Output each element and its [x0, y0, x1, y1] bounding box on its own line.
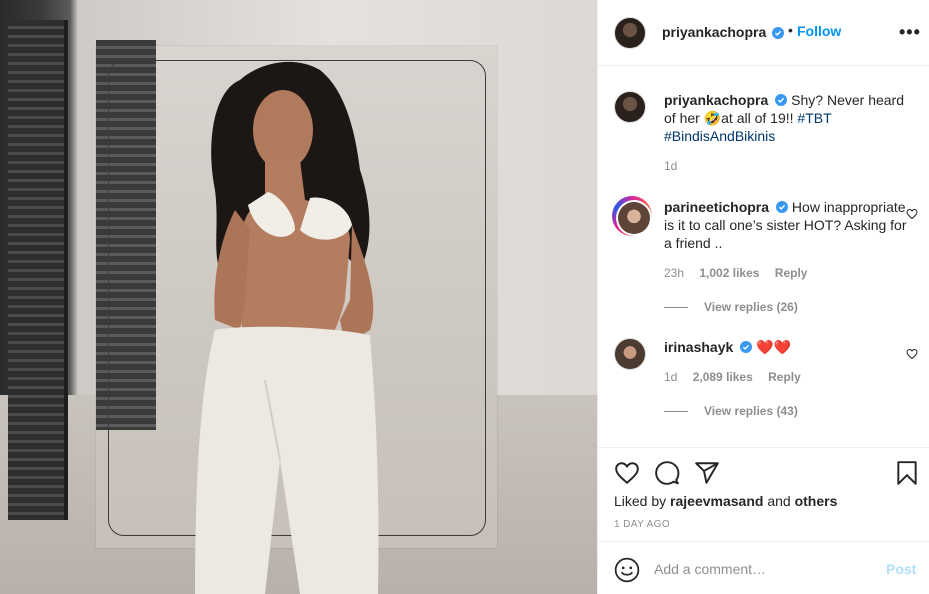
verified-badge-icon: [773, 199, 789, 215]
comment-age[interactable]: 23h: [664, 266, 684, 280]
comment-likes[interactable]: 1,002 likes: [699, 266, 759, 280]
header-separator: •: [788, 22, 793, 38]
verified-badge-icon: [772, 92, 788, 108]
header-username[interactable]: priyankachopra: [662, 24, 766, 40]
comment-input[interactable]: [654, 558, 874, 580]
post-image[interactable]: [0, 0, 597, 594]
post-details-panel: priyankachopra • Follow ••• priyankachop…: [597, 0, 929, 594]
liked-by-middle: and: [763, 493, 795, 509]
caption-meta: 1d: [664, 159, 689, 173]
comment-text: parineetichopra How inappropriate is it …: [664, 198, 909, 252]
liked-by-user[interactable]: rajeevmasand: [670, 493, 763, 509]
verified-badge-icon: [769, 25, 784, 41]
post-comment-button[interactable]: Post: [886, 561, 916, 577]
comment-reply-button[interactable]: Reply: [775, 266, 808, 280]
caption-age[interactable]: 1d: [664, 159, 677, 173]
more-options-icon[interactable]: •••: [899, 22, 921, 43]
comment-bubble-icon[interactable]: [654, 460, 680, 486]
liked-by: Liked by rajeevmasand and others: [614, 493, 837, 509]
liked-by-prefix: Liked by: [614, 493, 671, 509]
view-replies-label: View replies (26): [704, 300, 798, 314]
comment-username[interactable]: parineetichopra: [664, 199, 769, 215]
verified-badge-icon: [737, 339, 753, 355]
share-paper-plane-icon[interactable]: [694, 460, 720, 486]
caption-emoji: 🤣: [703, 110, 722, 126]
hashtag-bindis-and-bikinis[interactable]: #BindisAndBikinis: [664, 128, 775, 144]
post-header: priyankachopra • Follow •••: [598, 0, 929, 66]
comment-username[interactable]: irinashayk: [664, 339, 733, 355]
like-comment-heart-icon[interactable]: [906, 348, 918, 360]
comment-body: ❤️❤️: [756, 339, 792, 355]
comment-reply-button[interactable]: Reply: [768, 370, 801, 384]
comment-avatar[interactable]: [612, 196, 652, 236]
photo-figure: [195, 61, 379, 594]
like-heart-icon[interactable]: [614, 460, 640, 486]
view-replies-label: View replies (43): [704, 404, 798, 418]
liked-by-others[interactable]: others: [795, 493, 838, 509]
comment-meta: 1d 2,089 likes Reply: [664, 370, 813, 384]
avatar[interactable]: [614, 17, 646, 49]
avatar-image: [618, 202, 650, 234]
emoji-smiley-icon[interactable]: [614, 557, 640, 583]
caption-username[interactable]: priyankachopra: [664, 92, 768, 108]
save-bookmark-icon[interactable]: [894, 460, 920, 486]
view-replies-button[interactable]: View replies (43): [664, 404, 798, 418]
caption-text: priyankachopra Shy? Never heard of her 🤣…: [664, 91, 909, 145]
comments-list[interactable]: priyankachopra Shy? Never heard of her 🤣…: [598, 67, 929, 447]
view-replies-button[interactable]: View replies (26): [664, 300, 798, 314]
caption-body-end: at all of 19!!: [721, 110, 798, 126]
comment-likes[interactable]: 2,089 likes: [693, 370, 753, 384]
follow-button[interactable]: Follow: [797, 23, 841, 39]
hashtag-tbt[interactable]: #TBT: [797, 110, 831, 126]
post-actions: Liked by rajeevmasand and others 1 DAY A…: [598, 447, 929, 541]
post-timestamp[interactable]: 1 DAY AGO: [614, 519, 670, 530]
replies-divider: [664, 411, 688, 413]
caption-avatar[interactable]: [614, 91, 646, 123]
comment-avatar[interactable]: [614, 338, 646, 370]
replies-divider: [664, 307, 688, 309]
like-comment-heart-icon[interactable]: [906, 208, 918, 220]
comment-age[interactable]: 1d: [664, 370, 677, 384]
comment-meta: 23h 1,002 likes Reply: [664, 266, 819, 280]
add-comment-bar: Post: [598, 541, 929, 594]
comment-text: irinashayk ❤️❤️: [664, 338, 909, 356]
